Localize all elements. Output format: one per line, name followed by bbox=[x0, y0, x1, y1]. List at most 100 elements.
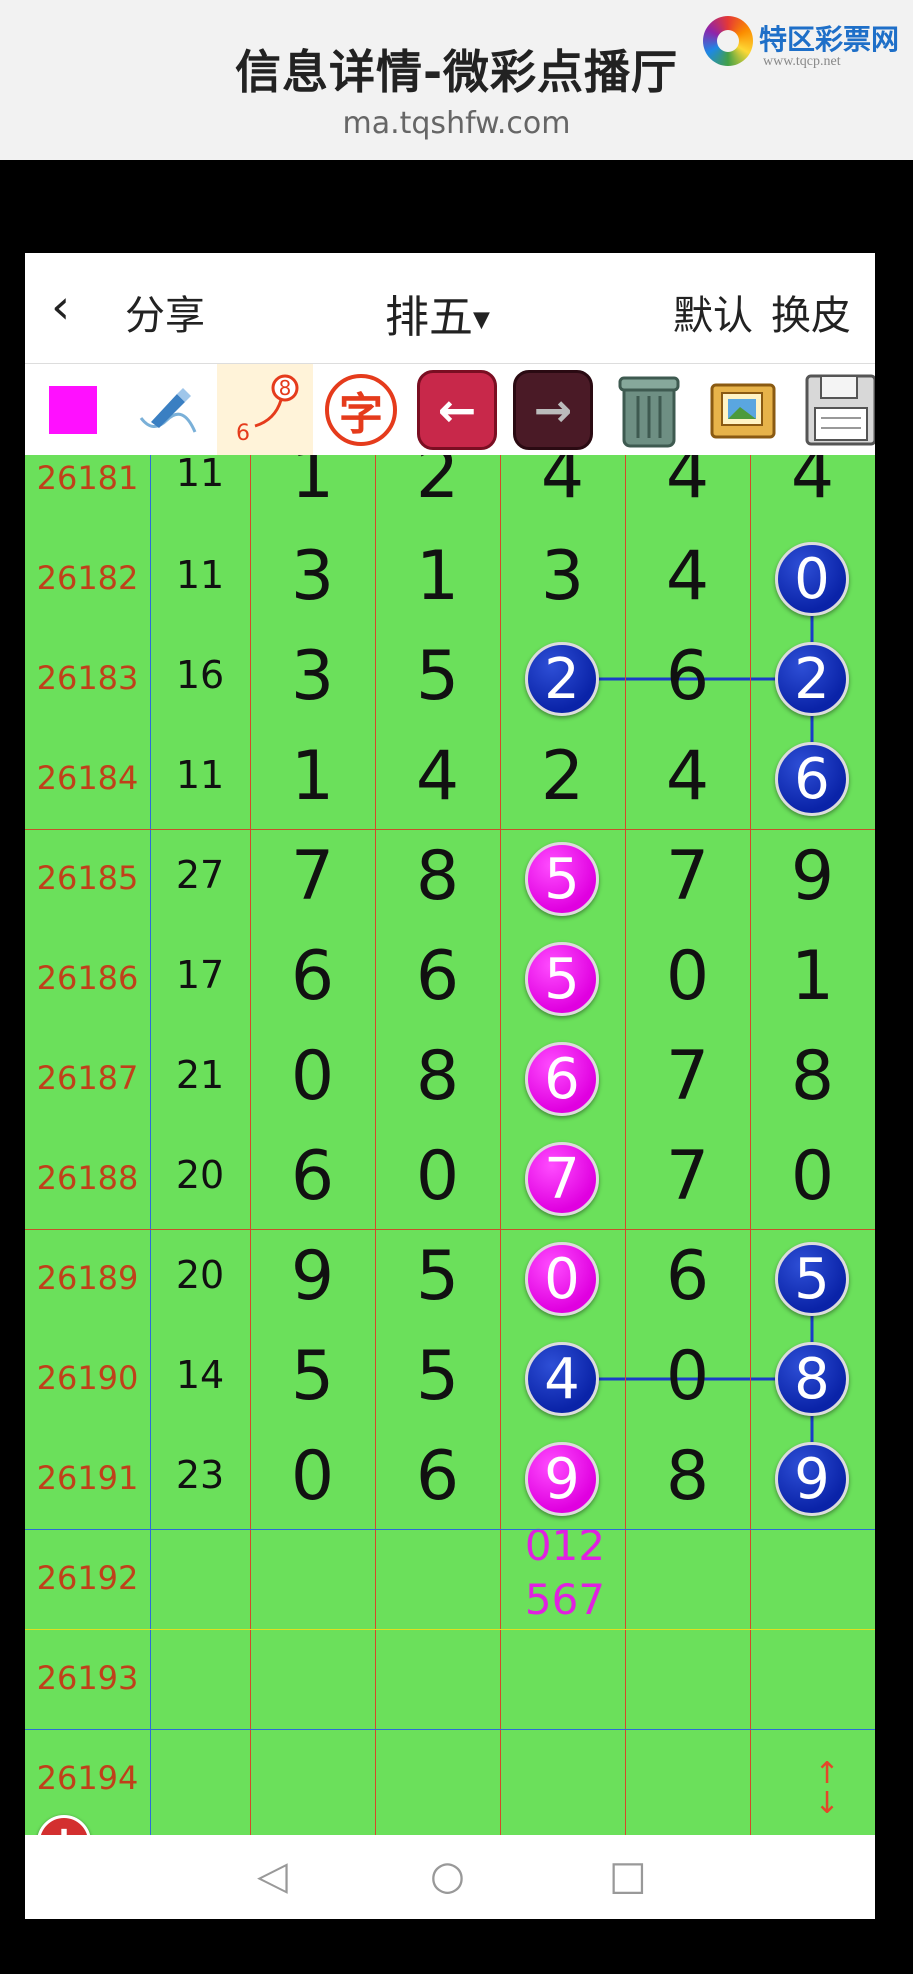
issue-number: 26188 bbox=[36, 1159, 139, 1197]
issue-number: 26186 bbox=[36, 959, 139, 997]
sum-value: 21 bbox=[175, 1053, 225, 1097]
recents-square-icon[interactable]: □ bbox=[609, 1853, 647, 1899]
highlighted-ball: 5 bbox=[525, 842, 599, 916]
digit-cell: 4 bbox=[665, 455, 710, 514]
digit-cell: 8 bbox=[415, 837, 460, 916]
digit-cell: 6 bbox=[665, 1237, 710, 1316]
sum-value: 11 bbox=[175, 455, 225, 495]
prediction-line-2: 567 bbox=[524, 1575, 606, 1624]
digit-cell: 8 bbox=[790, 1037, 835, 1116]
save-disk-icon bbox=[805, 374, 875, 446]
issue-number: 26185 bbox=[36, 859, 139, 897]
issue-number: 26190 bbox=[36, 1359, 139, 1397]
photos-button[interactable] bbox=[697, 364, 793, 456]
digit-cell: 4 bbox=[790, 455, 835, 514]
issue-number: 26183 bbox=[36, 659, 139, 697]
highlighted-ball: 4 bbox=[525, 1342, 599, 1416]
svg-text:8: 8 bbox=[279, 376, 292, 400]
scroll-up-down-icon[interactable]: ↑ ↓ bbox=[807, 1759, 847, 1823]
digit-cell: 0 bbox=[790, 1137, 835, 1216]
redo-button[interactable]: → bbox=[505, 364, 601, 456]
issue-number: 26194 bbox=[36, 1759, 139, 1797]
column-divider bbox=[500, 455, 501, 1835]
highlighted-ball: 0 bbox=[525, 1242, 599, 1316]
digit-cell: 7 bbox=[665, 1037, 710, 1116]
row-divider bbox=[25, 1729, 875, 1730]
drawing-toolbar: 8 6 字 ← → bbox=[25, 363, 875, 456]
save-button[interactable] bbox=[793, 364, 875, 456]
highlighted-ball: 6 bbox=[775, 742, 849, 816]
digit-cell: 1 bbox=[415, 537, 460, 616]
sum-value: 17 bbox=[175, 953, 225, 997]
home-circle-icon[interactable]: ○ bbox=[430, 1853, 465, 1899]
app-window: ‹ 分享 排五▼ 默认 换皮 8 6 字 ← → 012 567 26181 1… bbox=[25, 253, 875, 1919]
undo-arrow-icon: ← bbox=[417, 370, 497, 450]
digit-cell: 6 bbox=[665, 637, 710, 716]
highlighted-ball: 7 bbox=[525, 1142, 599, 1216]
sum-value: 11 bbox=[175, 553, 225, 597]
digit-cell: 1 bbox=[290, 455, 335, 514]
sum-value: 20 bbox=[175, 1253, 225, 1297]
issue-number: 26193 bbox=[36, 1659, 139, 1697]
highlighted-ball: 0 bbox=[775, 542, 849, 616]
digit-cell: 8 bbox=[665, 1437, 710, 1516]
digit-cell: 5 bbox=[415, 1337, 460, 1416]
back-triangle-icon[interactable]: ◁ bbox=[257, 1853, 288, 1899]
dropdown-caret-icon: ▼ bbox=[473, 307, 490, 333]
highlighted-ball: 2 bbox=[775, 642, 849, 716]
back-chevron-icon[interactable]: ‹ bbox=[51, 279, 70, 335]
highlighted-ball: 9 bbox=[525, 1442, 599, 1516]
digit-cell: 8 bbox=[415, 1037, 460, 1116]
trash-icon bbox=[618, 376, 680, 448]
trash-button[interactable] bbox=[601, 364, 697, 456]
digit-cell: 6 bbox=[290, 937, 335, 1016]
digit-cell: 0 bbox=[665, 1337, 710, 1416]
digit-cell: 4 bbox=[665, 737, 710, 816]
digit-cell: 1 bbox=[290, 737, 335, 816]
row-divider bbox=[25, 1529, 875, 1530]
row-divider bbox=[25, 829, 875, 830]
char-icon: 字 bbox=[325, 374, 397, 446]
digit-cell: 5 bbox=[415, 637, 460, 716]
digit-cell: 2 bbox=[415, 455, 460, 514]
lottery-selector[interactable]: 排五▼ bbox=[385, 281, 490, 345]
digit-cell: 2 bbox=[540, 737, 585, 816]
digit-cell: 0 bbox=[665, 937, 710, 1016]
char-tool-button[interactable]: 字 bbox=[313, 364, 409, 456]
digit-cell: 6 bbox=[415, 1437, 460, 1516]
brand-url: www.tqcp.net bbox=[763, 54, 841, 69]
digit-cell: 4 bbox=[540, 455, 585, 514]
sum-value: 20 bbox=[175, 1153, 225, 1197]
digit-cell: 0 bbox=[415, 1137, 460, 1216]
digit-cell: 4 bbox=[665, 537, 710, 616]
undo-button[interactable]: ← bbox=[409, 364, 505, 456]
browser-header: 信息详情-微彩点播厅 ma.tqshfw.com 特区彩票网 www.tqcp.… bbox=[0, 0, 913, 160]
digit-cell: 7 bbox=[290, 837, 335, 916]
issue-number: 26184 bbox=[36, 759, 139, 797]
prediction-line-1: 012 bbox=[524, 1521, 606, 1570]
digit-cell: 0 bbox=[290, 1437, 335, 1516]
path-tool-button[interactable]: 8 6 bbox=[217, 364, 313, 456]
change-skin-button[interactable]: 换皮 bbox=[771, 283, 851, 341]
result-grid: 012 567 26181 11 1 2 4 4 4 26182 11 3 1 3 4 0 26183 16 3… bbox=[25, 455, 875, 1835]
default-button[interactable]: 默认 bbox=[673, 283, 753, 341]
digit-cell: 4 bbox=[415, 737, 460, 816]
highlighted-ball: 5 bbox=[525, 942, 599, 1016]
share-button[interactable]: 分享 bbox=[125, 283, 205, 341]
brand-swirl-icon bbox=[703, 16, 753, 66]
pen-tool-button[interactable] bbox=[121, 364, 217, 456]
sum-value: 14 bbox=[175, 1353, 225, 1397]
issue-number: 26189 bbox=[36, 1259, 139, 1297]
digit-cell: 6 bbox=[415, 937, 460, 1016]
highlighted-ball: 9 bbox=[775, 1442, 849, 1516]
issue-number: 26182 bbox=[36, 559, 139, 597]
row-divider bbox=[25, 1629, 875, 1630]
digit-cell: 9 bbox=[290, 1237, 335, 1316]
app-nav-bar: ‹ 分享 排五▼ 默认 换皮 bbox=[25, 253, 875, 363]
issue-number: 26187 bbox=[36, 1059, 139, 1097]
photos-icon bbox=[710, 383, 776, 439]
color-picker-button[interactable] bbox=[25, 364, 121, 456]
digit-cell: 3 bbox=[290, 537, 335, 616]
svg-text:6: 6 bbox=[236, 421, 250, 446]
color-square bbox=[49, 386, 97, 434]
